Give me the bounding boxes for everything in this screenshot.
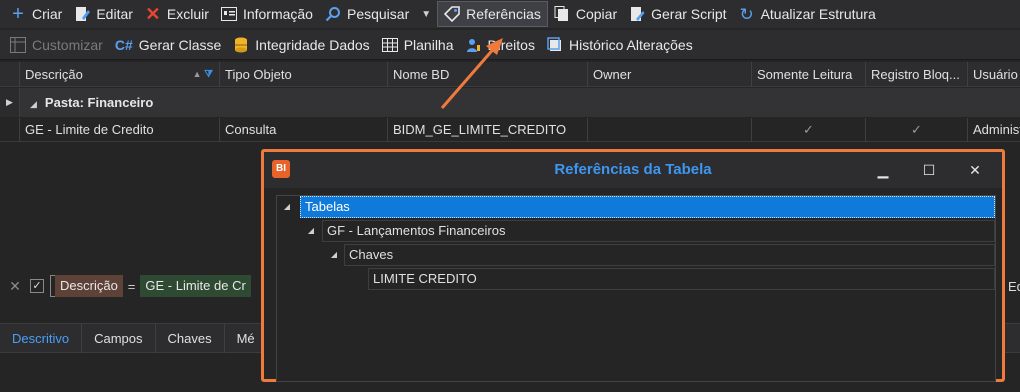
minimize-icon[interactable]: ▁ xyxy=(872,160,894,180)
gerar-classe-button[interactable]: C# Gerar Classe xyxy=(109,32,227,58)
tab-chaves[interactable]: Chaves xyxy=(156,324,225,353)
grid-header: Descrição ▲ ⧩ Tipo Objeto Nome BD Owner … xyxy=(0,62,1020,87)
expand-triangle-icon[interactable]: ◢ xyxy=(328,244,340,266)
editar-button[interactable]: Editar xyxy=(68,1,139,27)
referencias-dialog: Referências da Tabela BI ▁ ☐ ✕ ◢ Tabelas… xyxy=(261,149,1005,382)
referencias-button[interactable]: Referências xyxy=(437,1,548,27)
row-indicator-header xyxy=(0,62,20,87)
info-card-icon xyxy=(220,5,238,23)
pesquisar-dropdown-icon[interactable]: ▼ xyxy=(415,9,437,20)
informacao-button[interactable]: Informação xyxy=(215,1,319,27)
dialog-titlebar[interactable]: Referências da Tabela BI ▁ ☐ ✕ xyxy=(264,152,1002,188)
expand-triangle-icon[interactable]: ◢ xyxy=(281,196,293,218)
expand-triangle-icon[interactable]: ◢ xyxy=(305,220,317,242)
secondary-toolbar: Customizar C# Gerar Classe Integridade D… xyxy=(0,30,1020,60)
col-nome-bd[interactable]: Nome BD xyxy=(388,62,588,87)
check-icon[interactable]: ✓ xyxy=(752,118,866,142)
tree-node-chaves[interactable]: ◢ Chaves xyxy=(277,244,995,266)
group-row-financeiro[interactable]: ▶ ◢ Pasta: Financeiro xyxy=(0,88,1020,117)
tag-icon xyxy=(443,5,461,23)
pesquisar-button[interactable]: Pesquisar xyxy=(319,1,415,27)
references-tree: ◢ Tabelas ◢ GF - Lançamentos Financeiros… xyxy=(276,195,996,382)
clear-filter-icon[interactable]: ✕ xyxy=(5,278,25,295)
edit-icon xyxy=(73,5,91,23)
app-logo: BI xyxy=(272,160,290,178)
copy-icon xyxy=(553,5,571,23)
search-icon xyxy=(324,5,342,23)
csharp-icon: C# xyxy=(114,36,133,53)
excluir-button[interactable]: ✕ Excluir xyxy=(139,1,215,27)
atualizar-estrutura-button[interactable]: ↻ Atualizar Estrutura xyxy=(733,1,882,27)
customizar-button[interactable]: Customizar xyxy=(4,32,109,58)
delete-icon: ✕ xyxy=(145,4,161,24)
refresh-icon: ↻ xyxy=(739,4,754,24)
tab-descritivo[interactable]: Descritivo xyxy=(0,324,83,353)
cell-usuario[interactable]: Administ xyxy=(968,118,1020,142)
collapse-triangle-icon[interactable]: ◢ xyxy=(30,99,37,109)
criar-button[interactable]: + Criar xyxy=(4,1,68,27)
cell-nome-bd[interactable]: BIDM_GE_LIMITE_CREDITO xyxy=(388,118,588,142)
col-owner[interactable]: Owner xyxy=(588,62,752,87)
tree-node-limite-credito[interactable]: LIMITE CREDITO xyxy=(277,268,995,290)
filter-value[interactable]: GE - Limite de Cr xyxy=(140,275,251,297)
col-tipo-objeto[interactable]: Tipo Objeto xyxy=(220,62,388,87)
history-icon xyxy=(546,36,564,54)
cell-descricao[interactable]: GE - Limite de Credito xyxy=(20,118,220,142)
edit-filter-link[interactable]: Ed xyxy=(1008,279,1020,294)
col-usuario[interactable]: Usuário xyxy=(968,62,1020,87)
col-descricao[interactable]: Descrição ▲ ⧩ xyxy=(20,62,220,87)
user-key-icon xyxy=(465,36,483,54)
maximize-icon[interactable]: ☐ xyxy=(918,160,940,180)
table-row[interactable]: GE - Limite de Credito Consulta BIDM_GE_… xyxy=(0,118,1020,142)
col-somente-leitura[interactable]: Somente Leitura xyxy=(752,62,866,87)
col-registro-bloqueado[interactable]: Registro Bloq... xyxy=(866,62,968,87)
script-icon xyxy=(628,5,646,23)
gerar-script-button[interactable]: Gerar Script xyxy=(623,1,732,27)
customize-icon xyxy=(9,36,27,54)
integridade-dados-button[interactable]: Integridade Dados xyxy=(227,32,375,58)
direitos-button[interactable]: Direitos xyxy=(460,32,541,58)
cell-owner[interactable] xyxy=(588,118,752,142)
copiar-button[interactable]: Copiar xyxy=(548,1,623,27)
plus-icon: + xyxy=(12,3,24,25)
tab-campos[interactable]: Campos xyxy=(82,324,156,353)
cell-tipo[interactable]: Consulta xyxy=(220,118,388,142)
filter-field[interactable]: Descrição xyxy=(55,275,123,297)
tree-node-tabelas[interactable]: ◢ Tabelas xyxy=(277,196,995,218)
historico-alteracoes-button[interactable]: Histórico Alterações xyxy=(541,32,699,58)
row-indicator-icon: ▶ xyxy=(0,88,20,117)
close-icon[interactable]: ✕ xyxy=(964,160,986,180)
sort-filter-icon[interactable]: ▲ ⧩ xyxy=(193,62,213,87)
main-toolbar: + Criar Editar ✕ Excluir Informação Pesq… xyxy=(0,0,1020,28)
planilha-button[interactable]: Planilha xyxy=(376,32,460,58)
tree-node-lancamentos[interactable]: ◢ GF - Lançamentos Financeiros xyxy=(277,220,995,242)
filter-operator[interactable]: = xyxy=(123,279,141,294)
spreadsheet-icon xyxy=(381,36,399,54)
check-icon[interactable]: ✓ xyxy=(866,118,968,142)
database-icon xyxy=(232,36,250,54)
filter-enabled-checkbox[interactable]: ✓ xyxy=(30,279,44,293)
